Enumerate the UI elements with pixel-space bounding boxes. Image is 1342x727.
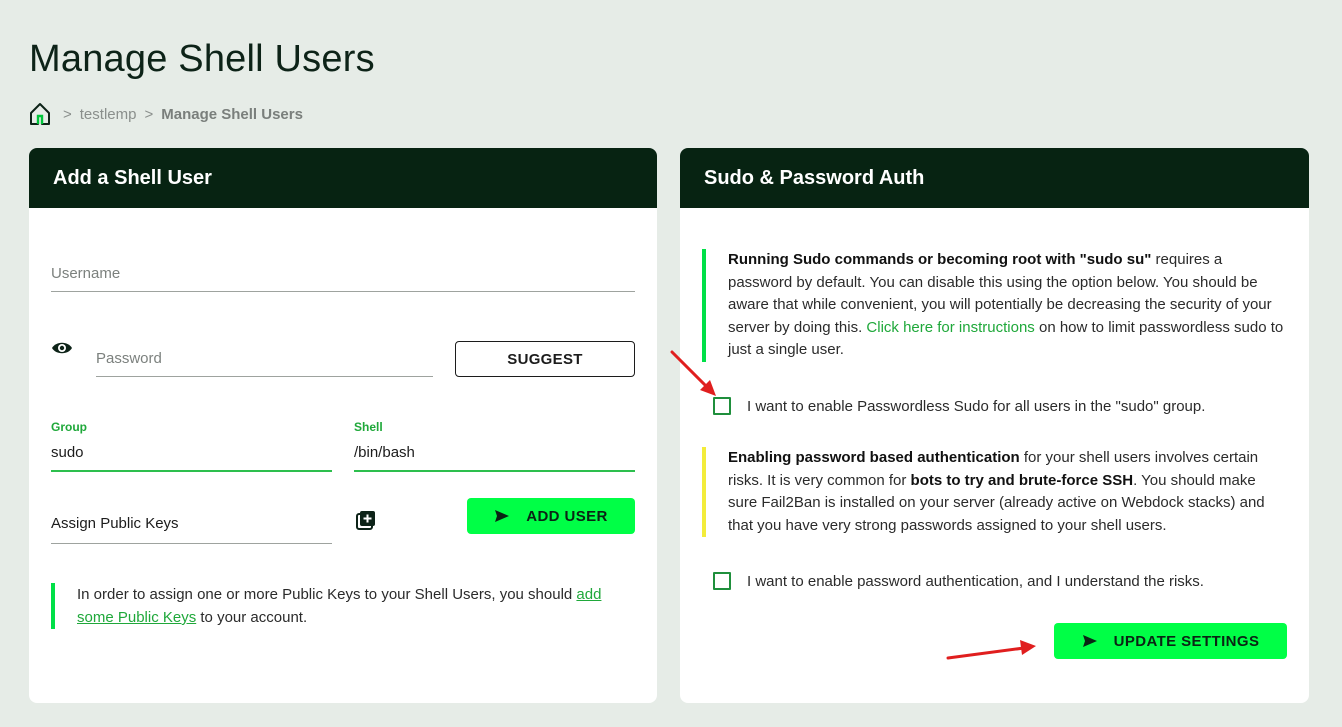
password-auth-checkbox[interactable]	[713, 572, 731, 590]
send-icon	[495, 510, 510, 522]
password-auth-label[interactable]: I want to enable password authentication…	[747, 573, 1204, 590]
group-input[interactable]	[51, 434, 332, 472]
passwordless-sudo-row[interactable]: I want to enable Passwordless Sudo for a…	[713, 397, 1205, 415]
send-icon	[1082, 635, 1097, 647]
sudo-info-note: Running Sudo commands or becoming root w…	[702, 249, 1287, 362]
password-input[interactable]	[96, 341, 433, 377]
add-user-label: ADD USER	[526, 507, 608, 525]
password-note-bold2: bots to try and brute-force SSH	[910, 471, 1134, 489]
password-field-wrapper	[96, 341, 433, 377]
group-field-wrapper: Group	[51, 420, 332, 472]
password-auth-warning-note: Enabling password based authentication f…	[702, 447, 1287, 537]
username-input[interactable]	[51, 256, 635, 292]
breadcrumb-item-server[interactable]: testlemp	[80, 106, 137, 123]
sudo-password-auth-header: Sudo & Password Auth	[680, 148, 1309, 208]
passwordless-sudo-label[interactable]: I want to enable Passwordless Sudo for a…	[747, 398, 1205, 415]
password-auth-row[interactable]: I want to enable password authentication…	[713, 572, 1204, 590]
sudo-password-auth-card: Sudo & Password Auth Running Sudo comman…	[680, 148, 1309, 703]
breadcrumb-item-current: Manage Shell Users	[161, 105, 303, 123]
add-user-button[interactable]: ADD USER	[467, 498, 635, 534]
eye-icon[interactable]	[51, 340, 73, 356]
public-keys-field-wrapper	[51, 504, 332, 544]
breadcrumb-separator: >	[144, 105, 154, 123]
update-settings-button[interactable]: UPDATE SETTINGS	[1054, 623, 1287, 659]
sudo-note-bold: Running Sudo commands or becoming root w…	[728, 251, 1152, 268]
shell-label: Shell	[354, 420, 383, 434]
passwordless-sudo-checkbox[interactable]	[713, 397, 731, 415]
update-settings-label: UPDATE SETTINGS	[1113, 632, 1260, 650]
add-shell-user-card: Add a Shell User SUGGEST Group Shell ADD…	[29, 148, 657, 703]
add-shell-user-header: Add a Shell User	[29, 148, 657, 208]
note-text: In order to assign one or more Public Ke…	[77, 586, 577, 603]
breadcrumb: > testlemp > Manage Shell Users	[29, 102, 303, 126]
add-key-icon[interactable]	[356, 510, 376, 530]
public-keys-select[interactable]	[51, 504, 332, 544]
home-icon[interactable]	[29, 102, 51, 126]
note-text-suffix: to your account.	[196, 609, 308, 626]
shell-input[interactable]	[354, 434, 635, 472]
breadcrumb-separator: >	[63, 105, 72, 123]
public-keys-note: In order to assign one or more Public Ke…	[51, 583, 631, 629]
page-title: Manage Shell Users	[29, 38, 375, 80]
username-field-wrapper	[51, 256, 635, 292]
password-note-bold: Enabling password based authentication	[728, 449, 1020, 466]
group-label: Group	[51, 420, 87, 434]
sudo-instructions-link[interactable]: Click here for instructions	[866, 319, 1034, 336]
suggest-button[interactable]: SUGGEST	[455, 341, 635, 377]
shell-field-wrapper: Shell	[354, 420, 635, 472]
